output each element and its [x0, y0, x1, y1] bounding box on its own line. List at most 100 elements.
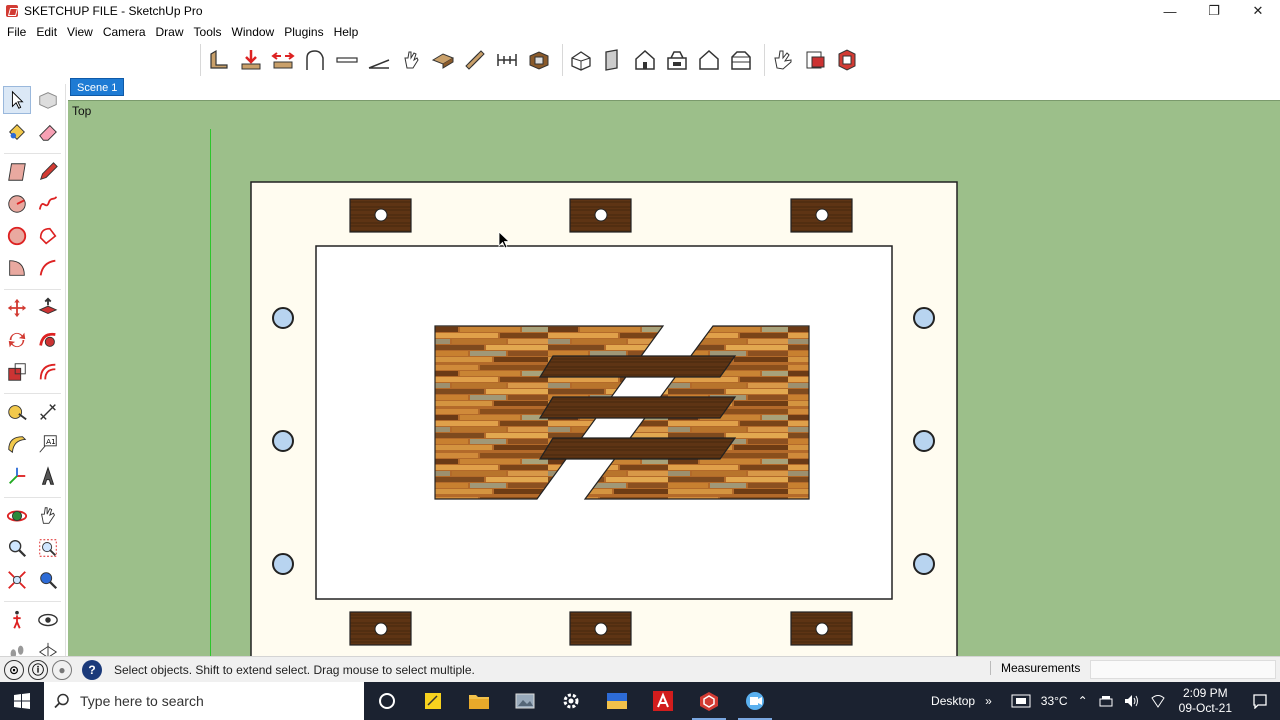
taskbar-app-settings[interactable] — [548, 682, 594, 720]
orbit-icon[interactable] — [3, 502, 31, 530]
circle-tool-icon[interactable] — [3, 190, 31, 218]
left-toolbar: A1 — [0, 84, 66, 662]
zoom-window-icon[interactable] — [34, 534, 62, 562]
join-tool-icon[interactable] — [269, 46, 297, 74]
user-account-icon[interactable]: ● — [52, 659, 72, 680]
menu-help[interactable]: Help — [329, 25, 364, 39]
arc-profile-icon[interactable] — [301, 46, 329, 74]
windows-taskbar: Type here to search Desktop » 33°C ⌃ 2:0… — [0, 682, 1280, 720]
title-bar: SKETCHUP FILE - SketchUp Pro — ❐ ✕ — [0, 0, 1280, 22]
follow-me-icon[interactable] — [34, 326, 62, 354]
push-pull-icon[interactable] — [34, 294, 62, 322]
acrobat-icon — [653, 691, 673, 711]
toolbar-expand-icon[interactable]: » — [980, 694, 1006, 708]
taskbar-app-sticky-notes[interactable] — [410, 682, 456, 720]
previous-view-icon[interactable] — [34, 566, 62, 594]
taskbar-app-photos[interactable] — [502, 682, 548, 720]
scale-tool-icon[interactable] — [3, 358, 31, 386]
ruby-plugin-icon[interactable] — [833, 46, 861, 74]
component-icon[interactable] — [525, 46, 553, 74]
taskbar-app-layout[interactable] — [594, 682, 640, 720]
polygon-tool-icon[interactable] — [3, 222, 31, 250]
component-tool-icon[interactable] — [34, 86, 62, 114]
iso-view-icon[interactable] — [567, 46, 595, 74]
freehand-icon[interactable] — [34, 190, 62, 218]
slope-icon[interactable] — [365, 46, 393, 74]
taskbar-app-screen-recorder[interactable] — [732, 682, 778, 720]
drawing-viewport[interactable]: Top — [68, 100, 1280, 656]
walk-icon[interactable] — [3, 606, 31, 634]
tape-hand-icon[interactable] — [769, 46, 797, 74]
taskbar-app-acrobat[interactable] — [640, 682, 686, 720]
hand-tool-icon[interactable] — [397, 46, 425, 74]
two-point-arc-icon[interactable] — [34, 254, 62, 282]
sketchup-icon — [700, 692, 718, 711]
pencil-icon[interactable] — [34, 158, 62, 186]
restore-button[interactable]: ❐ — [1192, 0, 1236, 22]
sketchup-app-icon — [6, 5, 18, 17]
pan-icon[interactable] — [34, 502, 62, 530]
pie-tool-icon[interactable] — [3, 254, 31, 282]
menu-file[interactable]: File — [2, 25, 31, 39]
cutlist-icon[interactable] — [801, 46, 829, 74]
close-button[interactable]: ✕ — [1236, 0, 1280, 22]
push-down-tool-icon[interactable] — [237, 46, 265, 74]
left-view-icon[interactable] — [727, 46, 755, 74]
protractor-icon[interactable] — [3, 430, 31, 458]
back-view-icon[interactable] — [695, 46, 723, 74]
rotate-tool-icon[interactable] — [3, 326, 31, 354]
scene-tab-1[interactable]: Scene 1 — [70, 78, 125, 96]
dimension-icon[interactable] — [493, 46, 521, 74]
menu-tools[interactable]: Tools — [189, 25, 227, 39]
cortana-button[interactable] — [364, 682, 410, 720]
zoom-extents-icon[interactable] — [3, 566, 31, 594]
arc-tool-icon[interactable] — [34, 222, 62, 250]
plank-icon[interactable] — [333, 46, 361, 74]
show-hidden-icons-icon[interactable]: ⌃ — [1073, 694, 1093, 708]
minimize-button[interactable]: — — [1148, 0, 1192, 22]
instructor-help-icon[interactable]: ? — [82, 659, 102, 680]
network-icon[interactable] — [1093, 694, 1119, 708]
top-view-icon[interactable] — [599, 46, 627, 74]
board-tool-icon[interactable] — [205, 46, 233, 74]
volume-icon[interactable] — [1119, 694, 1145, 708]
tape-measure-icon[interactable] — [3, 398, 31, 426]
3d-text-icon[interactable] — [34, 462, 62, 490]
notification-center-icon[interactable] — [1240, 693, 1280, 709]
menu-window[interactable]: Window — [227, 25, 280, 39]
measurements-input[interactable] — [1090, 660, 1276, 679]
text-tool-icon[interactable]: A1 — [34, 430, 62, 458]
menu-draw[interactable]: Draw — [151, 25, 189, 39]
credits-icon[interactable]: ⓘ — [28, 659, 48, 680]
rectangle-tool-icon[interactable] — [3, 158, 31, 186]
wifi-icon[interactable] — [1145, 694, 1171, 708]
menu-edit[interactable]: Edit — [31, 25, 62, 39]
taskbar-app-file-explorer[interactable] — [456, 682, 502, 720]
desktop-toolbar-label[interactable]: Desktop — [926, 694, 980, 708]
start-button[interactable] — [0, 682, 44, 720]
taskbar-app-sketchup[interactable] — [686, 682, 732, 720]
look-around-icon[interactable] — [34, 606, 62, 634]
offset-tool-icon[interactable] — [34, 358, 62, 386]
move-tool-icon[interactable] — [3, 294, 31, 322]
paint-bucket-icon[interactable] — [3, 118, 31, 146]
menu-camera[interactable]: Camera — [98, 25, 151, 39]
beam-icon[interactable] — [429, 46, 457, 74]
taskbar-clock[interactable]: 2:09 PM 09-Oct-21 — [1171, 686, 1240, 716]
planks-stack-icon[interactable] — [461, 46, 489, 74]
menu-view[interactable]: View — [62, 25, 98, 39]
right-view-icon[interactable] — [663, 46, 691, 74]
search-icon — [44, 693, 80, 709]
measurements-label: Measurements — [990, 661, 1080, 675]
taskbar-search-box[interactable]: Type here to search — [44, 682, 364, 720]
axes-tool-icon[interactable] — [3, 462, 31, 490]
select-tool-icon[interactable] — [3, 86, 31, 114]
dimensions-icon[interactable] — [34, 398, 62, 426]
temperature[interactable]: 33°C — [1036, 694, 1073, 708]
eraser-icon[interactable] — [34, 118, 62, 146]
zoom-icon[interactable] — [3, 534, 31, 562]
geo-location-icon[interactable]: ⊙ — [4, 659, 24, 680]
weather-icon[interactable] — [1006, 693, 1036, 709]
menu-plugins[interactable]: Plugins — [279, 25, 328, 39]
front-view-icon[interactable] — [631, 46, 659, 74]
